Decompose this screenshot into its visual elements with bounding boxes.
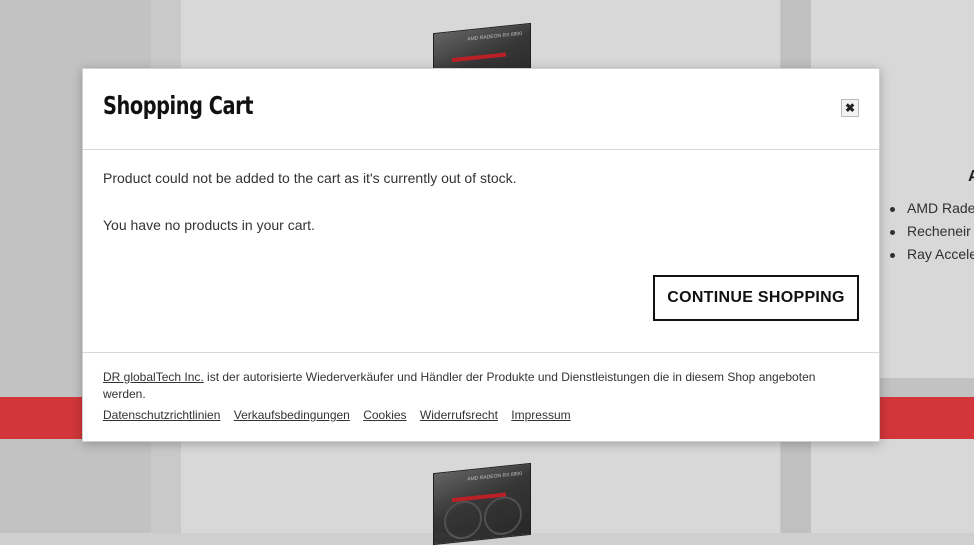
reseller-notice: DR globalTech Inc. ist der autorisierte … (103, 369, 859, 403)
close-button[interactable]: ✖ (841, 99, 859, 117)
cancellation-policy-link[interactable]: Widerrufsrecht (420, 408, 498, 422)
empty-cart-message: You have no products in your cart. (103, 217, 315, 233)
close-icon: ✖ (844, 101, 856, 115)
reseller-notice-text: ist der autorisierte Wiederverkäufer und… (103, 370, 816, 401)
footer-links: Datenschutzrichtlinien Verkaufsbedingung… (103, 407, 859, 424)
company-link[interactable]: DR globalTech Inc. (103, 370, 204, 384)
out-of-stock-message: Product could not be added to the cart a… (103, 170, 517, 186)
modal-header: Shopping Cart ✖ (83, 69, 879, 150)
cookies-link[interactable]: Cookies (363, 408, 406, 422)
continue-shopping-button[interactable]: CONTINUE SHOPPING (653, 275, 859, 321)
privacy-policy-link[interactable]: Datenschutzrichtlinien (103, 408, 220, 422)
modal-title: Shopping Cart (103, 91, 254, 120)
modal-body: Product could not be added to the cart a… (83, 150, 879, 353)
shopping-cart-modal: Shopping Cart ✖ Product could not be add… (82, 68, 880, 442)
terms-of-sale-link[interactable]: Verkaufsbedingungen (234, 408, 350, 422)
modal-footer: DR globalTech Inc. ist der autorisierte … (83, 353, 879, 424)
imprint-link[interactable]: Impressum (511, 408, 570, 422)
